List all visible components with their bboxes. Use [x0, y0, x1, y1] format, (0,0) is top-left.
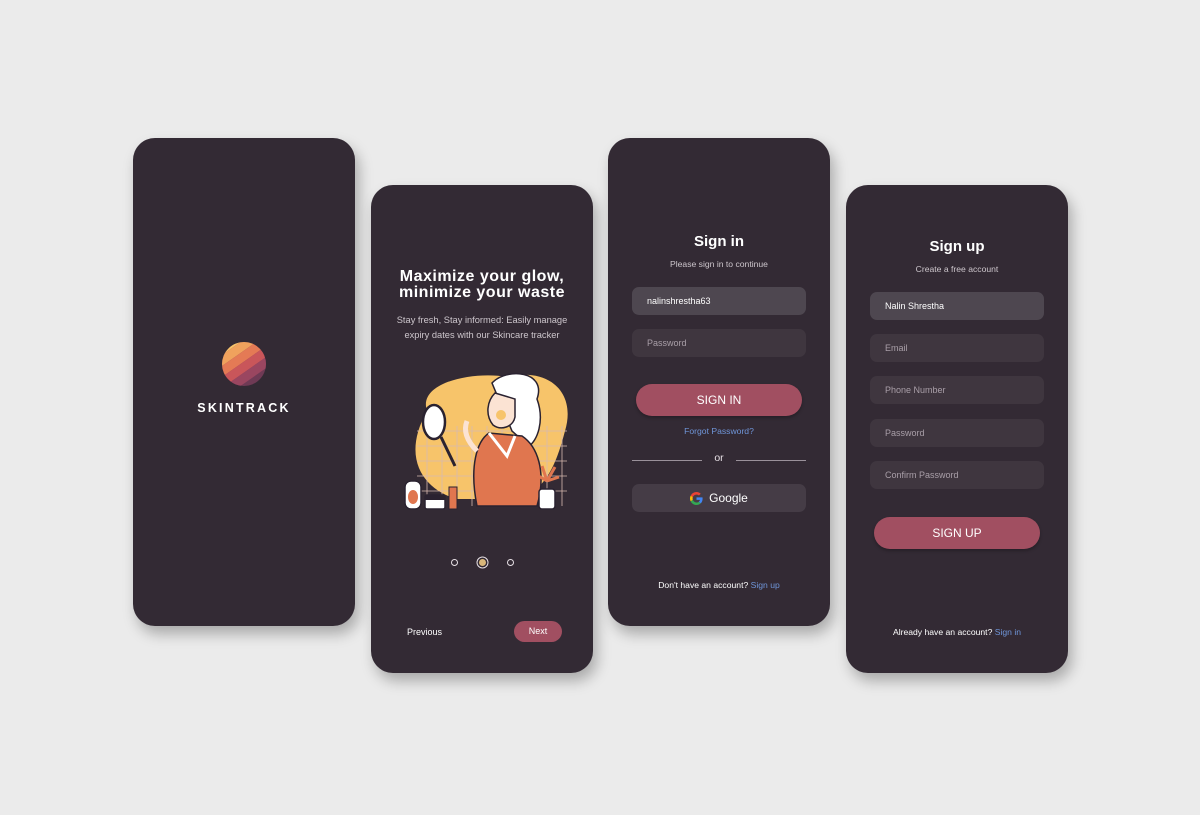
- signin-footer-text: Don't have an account?: [658, 580, 749, 590]
- onboarding-subtitle-line2: expiry dates with our Skincare tracker: [404, 329, 560, 340]
- or-separator: or: [714, 452, 724, 464]
- forgot-password-label[interactable]: Forgot Password?: [684, 426, 754, 436]
- next-button[interactable]: Next: [514, 621, 562, 642]
- signup-footer-text: Already have an account?: [892, 627, 993, 637]
- splash-screen: SKINTRACK: [133, 138, 355, 626]
- onboarding-title: Maximize your glow, minimize your waste: [371, 269, 593, 301]
- onboarding-title-line2: minimize your waste: [399, 284, 565, 301]
- google-icon: [690, 491, 703, 505]
- forgot-password-link[interactable]: Forgot Password?: [608, 426, 830, 436]
- brand-name: SKINTRACK: [197, 401, 291, 415]
- pager-dot[interactable]: [451, 559, 458, 566]
- signup-screen: Sign up Create a free account Nalin Shre…: [846, 185, 1068, 673]
- signin-subtitle: Please sign in to continue: [670, 259, 768, 269]
- name-field[interactable]: Nalin Shrestha: [870, 292, 1044, 320]
- sign-in-button[interactable]: SIGN IN: [636, 384, 802, 416]
- password-field[interactable]: Password: [870, 419, 1044, 447]
- striped-sun-logo-icon: [222, 342, 266, 386]
- signup-title: Sign up: [929, 238, 985, 255]
- password-field[interactable]: Password: [632, 329, 806, 357]
- sign-up-button[interactable]: SIGN UP: [874, 517, 1040, 549]
- signin-title: Sign in: [694, 233, 744, 250]
- onboarding-subtitle: Stay fresh, Stay informed: Easily manage…: [371, 313, 593, 342]
- google-label[interactable]: Google: [709, 491, 748, 505]
- sign-up-link[interactable]: Sign up: [751, 580, 780, 590]
- pager-dot-active[interactable]: [479, 559, 486, 566]
- divider-right: [736, 460, 806, 461]
- previous-button[interactable]: Previous: [407, 627, 442, 637]
- onboarding-title-line1: Maximize your glow,: [399, 268, 565, 285]
- onboarding-subtitle-line1: Stay fresh, Stay informed: Easily manage: [396, 315, 568, 325]
- skincare-illustration: [404, 372, 568, 510]
- google-signin-button[interactable]: Google: [632, 484, 806, 512]
- email-field[interactable]: Email: [870, 334, 1044, 362]
- pager-dot[interactable]: [507, 559, 514, 566]
- signin-footer: Don't have an account? Sign up: [608, 580, 830, 590]
- username-field[interactable]: nalinshrestha63: [632, 287, 806, 315]
- pager-dots: [448, 559, 516, 567]
- signup-footer: Already have an account? Sign in: [846, 627, 1068, 637]
- signin-screen: Sign in Please sign in to continue nalin…: [608, 138, 830, 626]
- signup-subtitle: Create a free account: [915, 264, 999, 274]
- onboarding-screen: Maximize your glow, minimize your waste …: [371, 185, 593, 673]
- sign-in-link[interactable]: Sign in: [995, 627, 1021, 637]
- phone-number-field[interactable]: Phone Number: [870, 376, 1044, 404]
- confirm-password-field[interactable]: Confirm Password: [870, 461, 1044, 489]
